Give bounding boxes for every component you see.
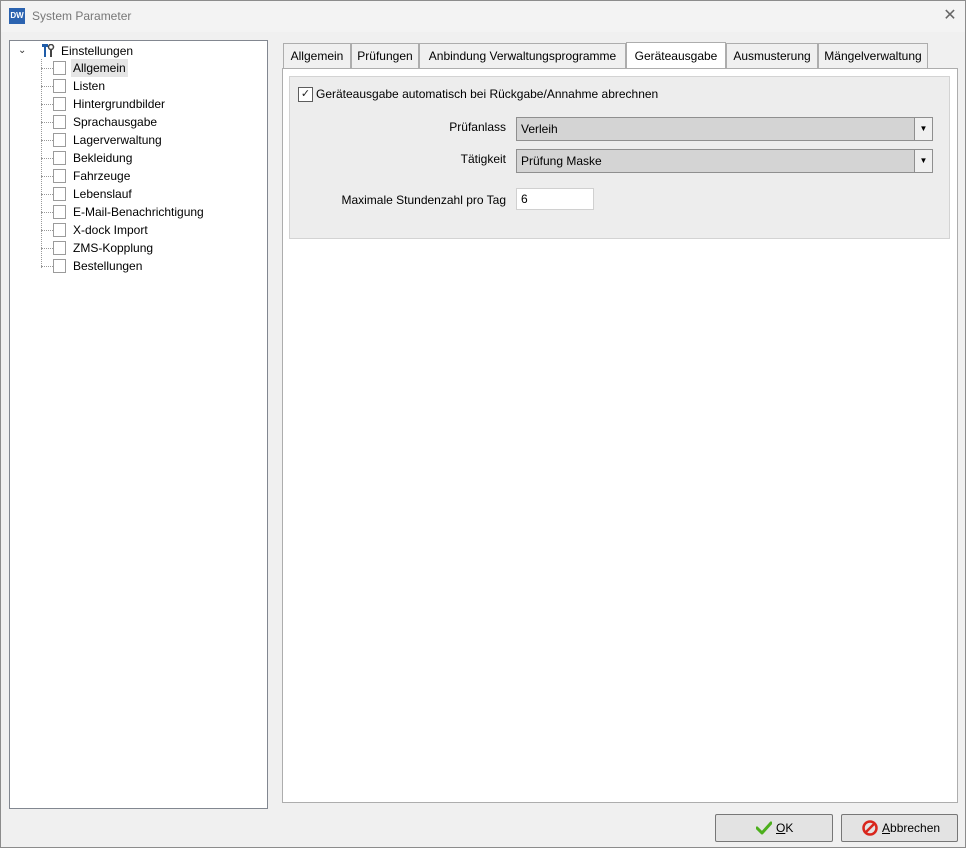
pruefanlass-dropdown[interactable]: Verleih ▼ <box>516 117 933 141</box>
tab-maengelverwaltung[interactable]: Mängelverwaltung <box>818 43 928 68</box>
tree-item-label: Lebenslauf <box>73 187 132 201</box>
cancel-label: Abbrechen <box>882 815 940 841</box>
tab-allgemein[interactable]: Allgemein <box>283 43 351 68</box>
tree-item-hintergrundbilder[interactable]: Hintergrundbilder <box>41 95 241 113</box>
tree-item-zms-kopplung[interactable]: ZMS-Kopplung <box>41 239 241 257</box>
page-icon <box>53 259 66 273</box>
tree-item-label: ZMS-Kopplung <box>73 241 154 255</box>
checkbox-check-icon[interactable]: ✓ <box>298 87 313 102</box>
close-button[interactable]: ✕ <box>936 3 964 29</box>
ok-button[interactable]: OK <box>715 814 833 842</box>
tree-connector <box>41 230 53 231</box>
ok-label: OK <box>776 815 793 841</box>
cancel-mnemonic: A <box>882 821 891 835</box>
tree-item-label: Lagerverwaltung <box>73 133 162 147</box>
tree-connector <box>41 176 53 177</box>
page-icon <box>53 187 66 201</box>
tree-item-label: Bekleidung <box>73 151 133 165</box>
tab-ausmusterung[interactable]: Ausmusterung <box>726 43 818 68</box>
tree-item-allgemein[interactable]: Allgemein <box>41 59 241 77</box>
tree-item-label: Bestellungen <box>73 259 143 273</box>
tree-item-lebenslauf[interactable]: Lebenslauf <box>41 185 241 203</box>
tree-item-label: Sprachausgabe <box>73 115 158 129</box>
pruefanlass-label: Prüfanlass <box>449 120 506 134</box>
ok-label-rest: K <box>785 821 794 835</box>
system-parameter-dialog: DW System Parameter ✕ ⌄ Einstellungen Al… <box>0 0 966 848</box>
stundenzahl-input[interactable]: 6 <box>516 188 594 210</box>
tree-connector <box>41 248 53 249</box>
tree-connector <box>41 140 53 141</box>
settings-tree[interactable]: ⌄ Einstellungen Allgemein Listen Hinterg… <box>9 40 268 809</box>
auto-abrechnen-label: Geräteausgabe automatisch bei Rückgabe/A… <box>316 87 659 101</box>
page-icon <box>53 115 66 129</box>
tree-item-listen[interactable]: Listen <box>41 77 241 95</box>
tree-connector <box>41 194 53 195</box>
tree-connector <box>41 86 53 87</box>
taetigkeit-dropdown[interactable]: Prüfung Maske ▼ <box>516 149 933 173</box>
tree-connector <box>41 68 53 69</box>
tree-item-label: X-dock Import <box>73 223 148 237</box>
stundenzahl-label: Maximale Stundenzahl pro Tag <box>341 193 506 207</box>
tree-connector <box>41 266 53 267</box>
tree-item-label: Allgemein <box>71 59 128 77</box>
page-icon <box>53 241 66 255</box>
page-icon <box>53 133 66 147</box>
tree-item-label: Hintergrundbilder <box>73 97 166 111</box>
cancel-button[interactable]: Abbrechen <box>841 814 958 842</box>
ok-mnemonic: O <box>776 821 786 835</box>
checkmark-icon <box>756 821 772 835</box>
chevron-down-icon[interactable]: ⌄ <box>18 43 32 59</box>
page-icon <box>53 205 66 219</box>
app-icon: DW <box>9 8 25 24</box>
page-icon <box>53 169 66 183</box>
tree-item-label: Listen <box>73 79 106 93</box>
cancel-icon <box>862 820 878 836</box>
tree-item-email-benachrichtigung[interactable]: E-Mail-Benachrichtigung <box>41 203 241 221</box>
tree-root-label: Einstellungen <box>61 44 134 58</box>
tree-connector <box>41 104 53 105</box>
geraeteausgabe-group: ✓ Geräteausgabe automatisch bei Rückgabe… <box>289 76 950 239</box>
tab-page-geraeteausgabe: ✓ Geräteausgabe automatisch bei Rückgabe… <box>282 68 958 803</box>
cancel-label-rest: bbrechen <box>890 821 941 835</box>
tree-item-bestellungen[interactable]: Bestellungen <box>41 257 241 275</box>
chevron-down-icon[interactable]: ▼ <box>914 150 932 172</box>
tree-connector <box>41 122 53 123</box>
tree-item-xdock-import[interactable]: X-dock Import <box>41 221 241 239</box>
tab-pruefungen[interactable]: Prüfungen <box>351 43 419 68</box>
taetigkeit-label: Tätigkeit <box>460 152 506 166</box>
tools-icon <box>42 44 55 57</box>
tab-geraeteausgabe[interactable]: Geräteausgabe <box>626 42 726 69</box>
tree-item-fahrzeuge[interactable]: Fahrzeuge <box>41 167 241 185</box>
page-icon <box>53 97 66 111</box>
page-icon <box>53 223 66 237</box>
taetigkeit-value: Prüfung Maske <box>521 154 602 168</box>
chevron-down-icon[interactable]: ▼ <box>914 118 932 140</box>
tree-item-sprachausgabe[interactable]: Sprachausgabe <box>41 113 241 131</box>
title-bar: DW System Parameter ✕ <box>1 1 965 32</box>
tree-item-lagerverwaltung[interactable]: Lagerverwaltung <box>41 131 241 149</box>
tree-item-label: Fahrzeuge <box>73 169 131 183</box>
pruefanlass-value: Verleih <box>521 122 558 136</box>
close-icon: ✕ <box>943 7 957 24</box>
page-icon <box>53 79 66 93</box>
tree-connector <box>41 158 53 159</box>
tree-item-bekleidung[interactable]: Bekleidung <box>41 149 241 167</box>
window-title: System Parameter <box>32 9 132 23</box>
tree-item-label: E-Mail-Benachrichtigung <box>73 205 204 219</box>
tab-anbindung-verwaltungsprogramme[interactable]: Anbindung Verwaltungsprogramme <box>419 43 626 68</box>
page-icon <box>53 151 66 165</box>
page-icon <box>53 61 66 75</box>
tree-connector <box>41 212 53 213</box>
